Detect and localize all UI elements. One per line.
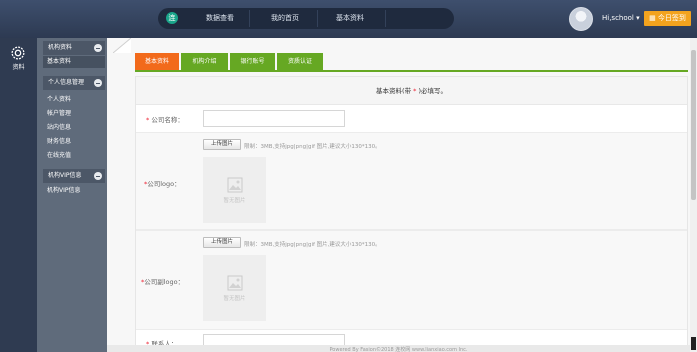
sidebar-item-vip[interactable]: 机构VIP信息 — [47, 185, 81, 194]
tab-org-intro[interactable]: 机构介绍 — [181, 53, 228, 70]
sidebar-item-finance[interactable]: 财务信息 — [47, 136, 71, 145]
collapse-icon[interactable] — [94, 79, 102, 87]
nav-divider — [249, 10, 250, 27]
tab-qualification[interactable]: 资质认证 — [277, 53, 323, 70]
nav-divider — [385, 10, 386, 27]
notice-text: 基本资料(带 — [376, 87, 412, 95]
profile-form: 基本资料(带 * )必填写。 * 公司名称： 上传图片 限制：3MB,支持jpg… — [135, 76, 688, 352]
upload-hint: 限制：3MB,支持jpg|png|gif 图片,建议大小130*130。 — [244, 242, 381, 248]
sidebar-item-account[interactable]: 帐户管理 — [47, 108, 71, 117]
collapse-icon[interactable] — [94, 172, 102, 180]
nav-my-home[interactable]: 我的首页 — [271, 13, 299, 23]
upload-hint: 限制：3MB,支持jpg|png|gif 图片,建议大小130*130。 — [244, 144, 381, 150]
cursor-icon — [691, 337, 696, 350]
checkin-button[interactable]: ▦ 今日签到 — [644, 11, 691, 26]
calendar-icon: ▦ — [649, 14, 658, 22]
scrollbar-thumb[interactable] — [691, 50, 696, 200]
sidebar-group-label: 个人信息管理 — [48, 79, 85, 86]
tab-basic-profile[interactable]: 基本资料 — [135, 53, 179, 70]
sidebar-group-label: 机构VIP信息 — [48, 172, 82, 179]
upload-logo-button[interactable]: 上传图片 — [203, 139, 241, 150]
tab-underline — [135, 70, 688, 72]
sidebar-group-label: 机构资料 — [48, 44, 73, 51]
no-image-text: 暂无图片 — [223, 296, 246, 302]
sidebar-group-org[interactable]: 机构资料 — [43, 41, 105, 55]
nav-data-view[interactable]: 数据查看 — [206, 13, 234, 23]
company-name-label: * 公司名称： — [146, 114, 184, 124]
image-placeholder-icon — [227, 177, 243, 193]
iconbar-label: 资料 — [12, 64, 25, 71]
sublogo-label: *公司副logo： — [141, 276, 184, 286]
icon-column: 资料 — [0, 38, 37, 352]
footer: Powered By Fasion©2018 连校网 www.lianxiao.… — [107, 345, 690, 352]
site-logo-icon[interactable]: 连 — [166, 12, 178, 24]
logo-label: *公司logo： — [144, 178, 181, 188]
company-name-input[interactable] — [203, 110, 345, 127]
nav-basic-profile[interactable]: 基本资料 — [336, 13, 364, 23]
page-fold-icon — [113, 38, 131, 53]
sidebar-group-personal[interactable]: 个人信息管理 — [43, 76, 105, 90]
nav-divider — [317, 10, 318, 27]
checkin-label: 今日签到 — [657, 14, 686, 22]
company-name-label-text: 公司名称： — [151, 116, 184, 124]
sidebar-item-personal-profile[interactable]: 个人资料 — [47, 94, 71, 103]
sidebar: 机构资料 基本资料 个人信息管理 个人资料 帐户管理 站内信息 财务信息 在线充… — [37, 38, 107, 352]
no-image-text: 暂无图片 — [223, 198, 246, 204]
upload-sublogo-button[interactable]: 上传图片 — [203, 237, 241, 248]
top-nav — [158, 8, 454, 29]
logo-label-text: 公司logo： — [147, 180, 181, 188]
scrollbar[interactable] — [690, 38, 697, 352]
logo-preview: 暂无图片 — [203, 157, 266, 223]
sidebar-item-basic-profile[interactable]: 基本资料 — [43, 56, 105, 68]
image-placeholder-icon — [227, 275, 243, 291]
collapse-icon[interactable] — [94, 44, 102, 52]
notice-text-end: )必填写。 — [418, 87, 447, 95]
tab-bank-account[interactable]: 银行账号 — [230, 53, 275, 70]
user-menu[interactable]: Hi,school ▾ — [602, 14, 640, 22]
avatar[interactable] — [569, 7, 593, 31]
sublogo-label-text: 公司副logo： — [144, 278, 185, 286]
sidebar-item-recharge[interactable]: 在线充值 — [47, 150, 71, 159]
form-notice: 基本资料(带 * )必填写。 — [136, 77, 687, 105]
sidebar-item-messages[interactable]: 站内信息 — [47, 122, 71, 131]
sublogo-preview: 暂无图片 — [203, 255, 266, 321]
gear-icon[interactable] — [9, 44, 27, 62]
sidebar-group-vip[interactable]: 机构VIP信息 — [43, 169, 105, 183]
